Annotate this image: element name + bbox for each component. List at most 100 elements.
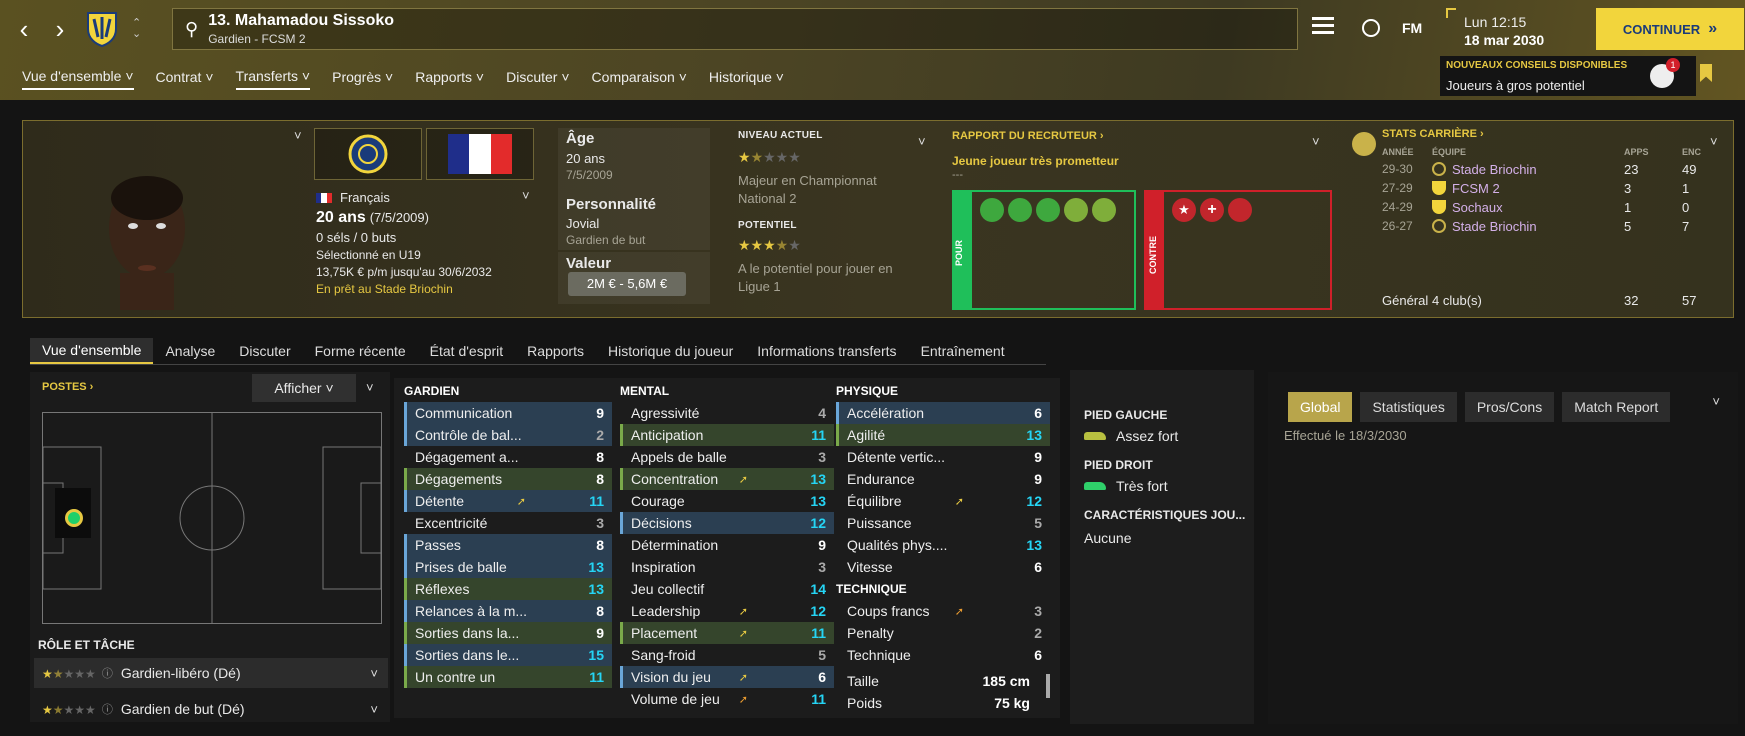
attribute-row[interactable]: Puissance 5	[836, 512, 1050, 534]
pro-head-icon	[1036, 198, 1060, 222]
attribute-row[interactable]: Relances à la m... 8	[404, 600, 612, 622]
attribute-row[interactable]: Détente 11 ➚	[404, 490, 612, 512]
level-chevron-icon[interactable]: ˅	[918, 134, 926, 149]
attribute-row[interactable]: Agilité 13	[836, 424, 1050, 446]
scout-chevron-icon[interactable]: ˅	[1312, 134, 1320, 149]
attribute-row[interactable]: Volume de jeu 11 ➚	[620, 688, 834, 710]
attribute-row[interactable]: Anticipation 11	[620, 424, 834, 446]
role-chevron-icon[interactable]: ˅	[370, 702, 378, 717]
caps-text: 0 séls / 0 buts	[316, 230, 397, 245]
tab-discuter[interactable]: Discuter	[227, 339, 302, 363]
menu-icon[interactable]	[1312, 17, 1334, 34]
attribute-row[interactable]: Placement 11 ➚	[620, 622, 834, 644]
scout-report-link[interactable]: RAPPORT DU RECRUTEUR ›	[952, 130, 1104, 142]
report-tab-match-report[interactable]: Match Report	[1562, 392, 1671, 422]
nav-historique[interactable]: Historique ˅	[709, 69, 784, 89]
nav-contrat[interactable]: Contrat ˅	[156, 69, 214, 89]
career-row[interactable]: 27-29 FCSM 231	[1382, 181, 1722, 200]
positions-chevron-icon[interactable]: ˅	[366, 380, 374, 395]
attribute-row[interactable]: Dégagement a... 8	[404, 446, 612, 468]
expand-chevron-icon[interactable]: ˅	[294, 128, 302, 143]
nav-vue-ensemble[interactable]: Vue d'ensemble ˅	[22, 68, 134, 90]
player-search-bar[interactable]: ⚲ 13. Mahamadou Sissoko Gardien - FCSM 2	[172, 8, 1298, 50]
loan-link[interactable]: En prêt au Stade Briochin	[316, 282, 492, 296]
nav-progres[interactable]: Progrès ˅	[332, 69, 393, 89]
attribute-value: 13	[810, 471, 826, 487]
globe-icon[interactable]	[1362, 19, 1380, 37]
tab-analyse[interactable]: Analyse	[153, 339, 227, 363]
attribute-row[interactable]: Détente vertic... 9	[836, 446, 1050, 468]
attribute-row[interactable]: Endurance 9	[836, 468, 1050, 490]
attribute-row[interactable]: Penalty 2	[836, 622, 1050, 644]
tab-transferts[interactable]: Informations transferts	[745, 339, 908, 363]
report-tab-statistiques[interactable]: Statistiques	[1360, 392, 1457, 422]
advice-notification[interactable]: NOUVEAUX CONSEILS DISPONIBLES Joueurs à …	[1440, 56, 1696, 96]
career-row[interactable]: 26-27 Stade Briochin 5 7	[1382, 219, 1722, 238]
attribute-row[interactable]: Concentration 13 ➚	[620, 468, 834, 490]
attribute-row[interactable]: Communication 9	[404, 402, 612, 424]
attribute-row[interactable]: Décisions 12	[620, 512, 834, 534]
attribute-name: Vision du jeu	[631, 669, 711, 685]
attribute-row[interactable]: Contrôle de bal... 2	[404, 424, 612, 446]
advice-title: NOUVEAUX CONSEILS DISPONIBLES	[1446, 60, 1628, 71]
tab-historique[interactable]: Historique du joueur	[596, 339, 745, 363]
attribute-row[interactable]: Inspiration 3	[620, 556, 834, 578]
tab-forme[interactable]: Forme récente	[303, 339, 418, 363]
tab-rapports[interactable]: Rapports	[515, 339, 596, 363]
career-row[interactable]: 29-30 Stade Briochin 23 49	[1382, 162, 1722, 181]
attribute-row[interactable]: Équilibre 12 ➚	[836, 490, 1050, 512]
attribute-row[interactable]: Qualités phys.... 13	[836, 534, 1050, 556]
attribute-row[interactable]: Vitesse 6	[836, 556, 1050, 578]
attribute-row[interactable]: Sang-froid 5	[620, 644, 834, 666]
role-row-2[interactable]: ★★★★★ ⓘ Gardien de but (Dé) ˅	[34, 694, 388, 724]
nav-discuter[interactable]: Discuter ˅	[506, 69, 569, 89]
forward-arrow-icon[interactable]: ›	[42, 5, 78, 53]
double-chevron-icon: »	[1708, 20, 1718, 37]
tab-vue-ensemble[interactable]: Vue d'ensemble	[30, 338, 154, 364]
attribute-row[interactable]: Sorties dans la... 9	[404, 622, 612, 644]
attribute-row[interactable]: Agressivité 4	[620, 402, 834, 424]
career-stats-link[interactable]: STATS CARRIÈRE ›	[1382, 128, 1484, 140]
club-crest-icon[interactable]	[82, 9, 122, 49]
attribute-row[interactable]: Réflexes 13	[404, 578, 612, 600]
career-row[interactable]: 24-29 Sochaux 1 0	[1382, 200, 1722, 219]
boot-icon	[1084, 482, 1106, 490]
attribute-row[interactable]: Leadership 12 ➚	[620, 600, 834, 622]
role-row-1[interactable]: ★★★★★ ⓘ Gardien-libéro (Dé) ˅	[34, 658, 388, 688]
continue-button[interactable]: CONTINUER »	[1596, 8, 1744, 50]
nav-transferts[interactable]: Transferts ˅	[235, 68, 311, 90]
positions-link[interactable]: POSTES ›	[42, 381, 93, 393]
role-chevron-icon[interactable]: ˅	[370, 666, 378, 681]
show-dropdown[interactable]: Afficher ˅	[252, 374, 356, 402]
attribute-row[interactable]: Vision du jeu 6 ➚	[620, 666, 834, 688]
fm-logo[interactable]: FM	[1402, 20, 1422, 36]
attribute-row[interactable]: Dégagements 8	[404, 468, 612, 490]
club-badge-box[interactable]	[314, 128, 422, 180]
report-tab-global[interactable]: Global	[1288, 392, 1353, 422]
nav-rapports[interactable]: Rapports ˅	[415, 69, 484, 89]
team-crest-icon	[1432, 162, 1446, 176]
scrollbar[interactable]	[1046, 674, 1050, 698]
attribute-row[interactable]: Sorties dans le... 15	[404, 644, 612, 666]
back-arrow-icon[interactable]: ‹	[6, 5, 42, 53]
attribute-row[interactable]: Excentricité 3	[404, 512, 612, 534]
report-chevron-icon[interactable]: ˅	[1712, 394, 1720, 409]
attribute-row[interactable]: Coups francs 3 ➚	[836, 600, 1050, 622]
tab-etat-esprit[interactable]: État d'esprit	[418, 339, 516, 363]
attribute-row[interactable]: Jeu collectif 14	[620, 578, 834, 600]
nation-flag-box[interactable]	[426, 128, 534, 180]
attribute-row[interactable]: Passes 8	[404, 534, 612, 556]
attribute-row[interactable]: Un contre un 11	[404, 666, 612, 688]
attribute-row[interactable]: Technique 6	[836, 644, 1050, 666]
career-chevron-icon[interactable]: ˅	[1710, 134, 1718, 149]
report-tab-pros-cons[interactable]: Pros/Cons	[1464, 392, 1555, 422]
attribute-row[interactable]: Accélération 6	[836, 402, 1050, 424]
nav-comparaison[interactable]: Comparaison ˅	[592, 69, 687, 89]
attribute-row[interactable]: Prises de balle 13	[404, 556, 612, 578]
tab-entrainement[interactable]: Entraînement	[909, 339, 1017, 363]
attribute-row[interactable]: Appels de balle 3	[620, 446, 834, 468]
history-updown-icon[interactable]: ⌃ ⌄	[132, 18, 141, 40]
attribute-row[interactable]: Courage 13	[620, 490, 834, 512]
info-chevron-icon[interactable]: ˅	[522, 188, 530, 203]
attribute-row[interactable]: Détermination 9	[620, 534, 834, 556]
